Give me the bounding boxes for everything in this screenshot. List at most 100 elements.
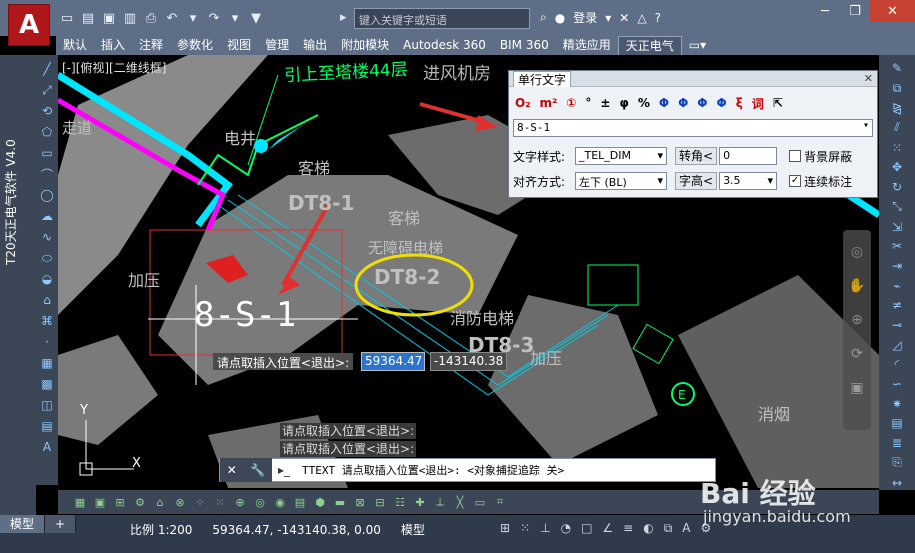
tab-bim360[interactable]: BIM 360 — [493, 36, 556, 55]
tab-addins[interactable]: 附加模块 — [334, 36, 396, 55]
break-icon[interactable]: ≠ — [888, 298, 906, 313]
blend-icon[interactable]: ∽ — [888, 377, 906, 392]
tool-icon[interactable]: ⁙ — [212, 494, 228, 510]
dynamic-input-y[interactable]: -143140.38 — [430, 352, 507, 371]
text-content-input[interactable]: 8-S-1 ▾ — [513, 119, 873, 137]
tab-insert[interactable]: 插入 — [94, 36, 132, 55]
revcloud-icon[interactable]: ☁ — [39, 208, 55, 224]
rotate-input[interactable]: 0 — [719, 147, 778, 165]
matchprop-icon[interactable]: ⎘ — [888, 455, 906, 470]
copy-icon[interactable]: ⧉ — [888, 81, 906, 96]
save-as-icon[interactable]: ▥ — [121, 9, 139, 27]
lineweight-icon[interactable]: ≡ — [623, 521, 633, 536]
bg-mask-checkbox[interactable]: 背景屏蔽 — [789, 148, 852, 165]
tool-icon[interactable]: ✚ — [412, 494, 428, 510]
spline-icon[interactable]: ∿ — [39, 229, 55, 245]
plus-minus-icon[interactable]: ± — [600, 96, 610, 110]
login-area[interactable]: ⌕ ● 登录 ▾ ✕ △ ? — [540, 9, 661, 26]
subscript-icon[interactable]: O₂ — [515, 96, 530, 110]
array-icon[interactable]: ⁙ — [888, 140, 906, 155]
steel-grade-1-icon[interactable]: Φ — [659, 96, 669, 110]
erase-icon[interactable]: ✎ — [888, 61, 906, 76]
offset-icon[interactable]: ⫽ — [888, 120, 906, 135]
word-library-icon[interactable]: 词 — [752, 95, 764, 112]
make-block-icon[interactable]: ⌘ — [39, 313, 55, 329]
exchange-icon[interactable]: ✕ — [619, 11, 629, 25]
dropdown-icon[interactable]: ▾ — [657, 174, 663, 187]
construction-line-icon[interactable]: ⤢ — [39, 82, 55, 98]
tool-icon[interactable]: ⚙ — [132, 494, 148, 510]
annotation-icon[interactable]: A — [682, 521, 690, 536]
ribbon-toggle-icon[interactable]: ▭▾ — [682, 36, 713, 55]
tool-icon[interactable]: ⊞ — [112, 494, 128, 510]
join-icon[interactable]: ⊸ — [888, 318, 906, 333]
tool-icon[interactable]: ⊗ — [172, 494, 188, 510]
chamfer-icon[interactable]: ◿ — [888, 337, 906, 352]
dropdown-icon[interactable]: ▾ — [863, 120, 869, 131]
tab-featured-apps[interactable]: 精选应用 — [556, 36, 618, 55]
rotate-icon[interactable]: ↻ — [888, 180, 906, 195]
polygon-icon[interactable]: ⬠ — [39, 124, 55, 140]
tool-icon[interactable]: ◎ — [252, 494, 268, 510]
tool-icon[interactable]: ▤ — [292, 494, 308, 510]
a360-icon[interactable]: △ — [637, 11, 646, 25]
otrack-icon[interactable]: ∠ — [602, 521, 613, 536]
dropdown-icon[interactable]: ▾ — [657, 149, 663, 162]
trim-icon[interactable]: ✂ — [888, 239, 906, 254]
text-icon[interactable]: A — [39, 439, 55, 455]
arc-icon[interactable]: ⌒ — [39, 166, 55, 182]
save-icon[interactable]: ▣ — [100, 9, 118, 27]
tab-tangent-electric[interactable]: 天正电气 — [617, 36, 682, 55]
redo-icon[interactable]: ↷ — [205, 9, 223, 27]
checkbox-box[interactable] — [789, 150, 802, 162]
tab-view[interactable]: 视图 — [220, 36, 258, 55]
tab-annotate[interactable]: 注释 — [132, 36, 170, 55]
superscript-icon[interactable]: m² — [539, 96, 557, 110]
circled-number-icon[interactable]: ① — [566, 96, 576, 110]
dropdown-icon[interactable]: ▾ — [184, 9, 202, 27]
print-icon[interactable]: ⎙ — [142, 9, 160, 27]
tool-icon[interactable]: ⊠ — [352, 494, 368, 510]
polar-icon[interactable]: ◔ — [561, 521, 571, 536]
grid-icon[interactable]: ⊞ — [500, 521, 510, 536]
percent-icon[interactable]: % — [638, 96, 650, 110]
tool-icon[interactable]: ╳ — [452, 494, 468, 510]
scale-selector[interactable]: 比例 1:200 — [130, 521, 192, 538]
tool-icon[interactable]: ⟂ — [432, 494, 448, 510]
steel-grade-3-icon[interactable]: Φ — [697, 96, 707, 110]
tab-default[interactable]: 默认 — [56, 36, 94, 55]
region-icon[interactable]: ◫ — [39, 397, 55, 413]
tab-parametric[interactable]: 参数化 — [170, 36, 220, 55]
text-style-select[interactable]: _TEL_DIM ▾ — [575, 147, 667, 165]
special-symbol-icon[interactable]: ξ — [736, 96, 743, 110]
dropdown-icon[interactable]: ▾ — [768, 174, 774, 187]
table-icon[interactable]: ▤ — [39, 418, 55, 434]
login-label[interactable]: 登录 — [573, 9, 597, 26]
transparency-icon[interactable]: ◐ — [643, 521, 653, 536]
snap-icon[interactable]: ⁙ — [520, 521, 530, 536]
tool-icon[interactable]: ⌂ — [152, 494, 168, 510]
tab-manage[interactable]: 管理 — [258, 36, 296, 55]
pan-icon[interactable]: ✋ — [848, 278, 865, 294]
tool-icon[interactable]: ▣ — [92, 494, 108, 510]
close-icon[interactable]: ✕ — [870, 0, 915, 22]
tool-icon[interactable]: ▬ — [332, 494, 348, 510]
ortho-icon[interactable]: ⊥ — [540, 521, 550, 536]
new-file-icon[interactable]: ▭ — [58, 9, 76, 27]
gradient-icon[interactable]: ▩ — [39, 376, 55, 392]
tool-icon[interactable]: ⊕ — [232, 494, 248, 510]
osnap-icon[interactable]: □ — [581, 521, 592, 536]
showmotion-icon[interactable]: ▣ — [850, 380, 863, 396]
search-input[interactable]: 键入关键字或短语 — [354, 8, 530, 29]
move-icon[interactable]: ✥ — [888, 160, 906, 175]
close-icon[interactable]: ✕ — [227, 463, 237, 477]
steel-grade-4-icon[interactable]: Φ — [717, 96, 727, 110]
text-height-select[interactable]: 3.5 ▾ — [719, 172, 778, 190]
dropdown-icon[interactable]: ▾ — [605, 11, 611, 25]
pick-text-icon[interactable]: ⇱ — [773, 96, 783, 110]
steel-grade-2-icon[interactable]: Φ — [678, 96, 688, 110]
continuous-label-checkbox[interactable]: ✓ 连续标注 — [789, 173, 852, 190]
tool-icon[interactable]: ☷ — [392, 494, 408, 510]
ellipse-arc-icon[interactable]: ◒ — [39, 271, 55, 287]
tool-icon[interactable]: ⬢ — [312, 494, 328, 510]
